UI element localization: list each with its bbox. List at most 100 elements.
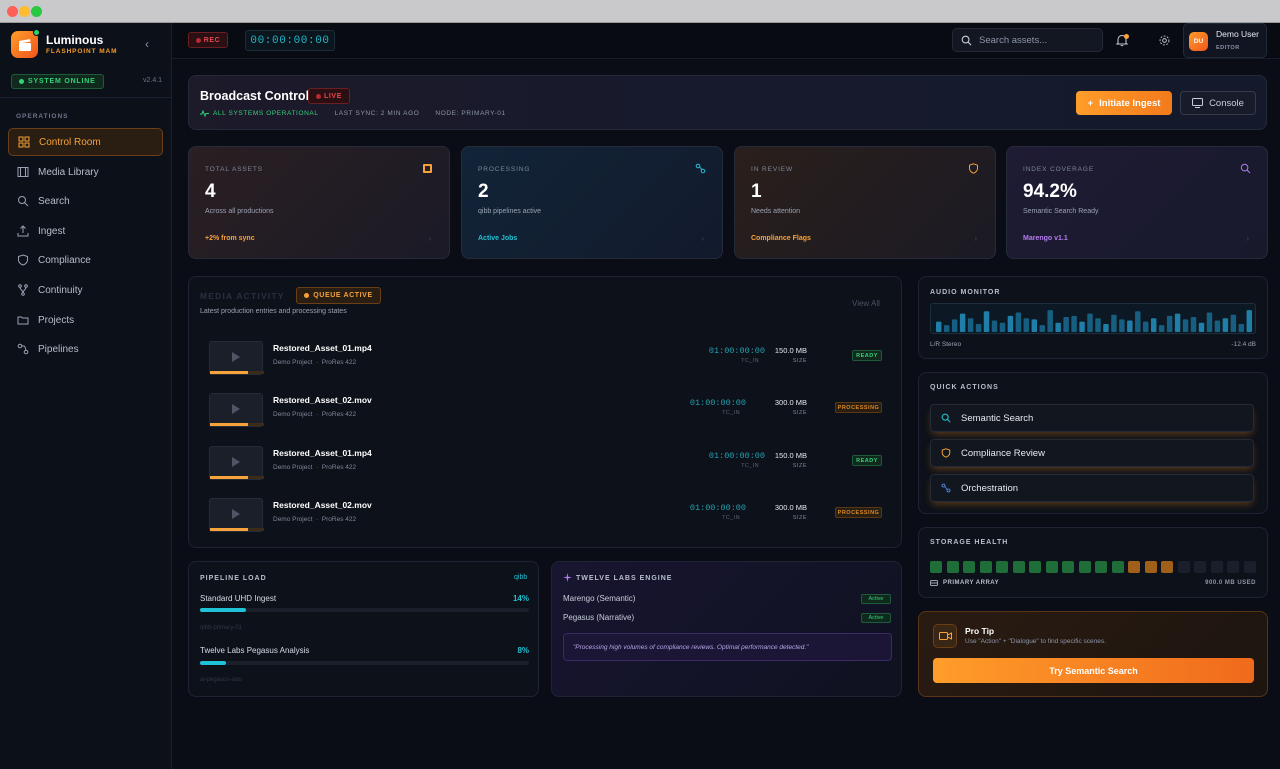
chevron-right-icon: › bbox=[701, 234, 704, 243]
video-thumbnail[interactable] bbox=[209, 446, 264, 480]
engine-quote: "Processing high volumes of compliance r… bbox=[563, 633, 892, 661]
pipeline-load-panel: PIPELINE LOAD qibb Standard UHD Ingest 1… bbox=[188, 561, 539, 697]
sidebar-item-compliance[interactable]: Compliance bbox=[8, 246, 163, 274]
orchestration-button[interactable]: Orchestration bbox=[930, 474, 1254, 502]
file-size: 300.0 MB bbox=[774, 503, 807, 512]
gear-icon[interactable] bbox=[1158, 34, 1171, 47]
pro-tip-text: Use "Action" + "Dialogue" to find specif… bbox=[965, 638, 1106, 645]
shield-icon bbox=[969, 163, 978, 174]
node-text: NODE: PRIMARY-01 bbox=[435, 110, 506, 117]
stat-label: PROCESSING bbox=[478, 166, 531, 173]
storage-cell bbox=[963, 561, 975, 573]
timecode: 01:00:00:00 bbox=[708, 346, 765, 356]
view-all-link[interactable]: View All bbox=[852, 299, 880, 308]
sidebar-item-continuity[interactable]: Continuity bbox=[8, 276, 163, 304]
semantic-search-button[interactable]: Semantic Search bbox=[930, 404, 1254, 432]
stat-card-in-review[interactable]: IN REVIEW 1 Needs attention Compliance F… bbox=[734, 146, 996, 259]
collapse-sidebar-button[interactable]: ‹ bbox=[145, 37, 149, 51]
stat-foot: Compliance Flags bbox=[751, 235, 811, 242]
audio-bar bbox=[975, 323, 982, 332]
audio-bar bbox=[1135, 311, 1141, 332]
grid-icon bbox=[18, 136, 30, 148]
table-row[interactable]: Restored_Asset_02.mov Demo Project · Pro… bbox=[201, 393, 891, 439]
sidebar-item-search[interactable]: Search bbox=[8, 187, 163, 215]
audio-bar bbox=[1143, 321, 1149, 332]
chevron-right-icon: › bbox=[1246, 234, 1249, 243]
audio-bar bbox=[1079, 321, 1085, 332]
status-badge: PROCESSING bbox=[835, 507, 882, 518]
file-meta: Demo Project · ProRes 422 bbox=[273, 516, 357, 523]
table-row[interactable]: Restored_Asset_01.mp4 Demo Project · Pro… bbox=[201, 341, 891, 387]
monitor-icon bbox=[1192, 98, 1204, 108]
panel-title: PIPELINE LOAD bbox=[200, 575, 267, 582]
sidebar-item-pipelines[interactable]: Pipelines bbox=[8, 335, 163, 363]
folder-icon bbox=[17, 316, 29, 325]
file-size-label: SIZE bbox=[792, 463, 807, 469]
audio-level: -12.4 dB bbox=[1231, 341, 1256, 348]
stat-label: INDEX COVERAGE bbox=[1023, 166, 1095, 173]
sidebar-item-label: Continuity bbox=[38, 284, 83, 296]
branch-icon bbox=[18, 284, 28, 296]
video-thumbnail[interactable] bbox=[209, 341, 264, 375]
qibb-tag: qibb bbox=[514, 574, 528, 581]
film-icon bbox=[423, 164, 432, 173]
close-window-button[interactable] bbox=[7, 6, 18, 17]
file-name: Restored_Asset_02.mov bbox=[273, 395, 372, 405]
audio-bar bbox=[1063, 317, 1069, 332]
sidebar-item-ingest[interactable]: Ingest bbox=[8, 217, 163, 245]
stat-card-total-assets[interactable]: TOTAL ASSETS 4 Across all productions +2… bbox=[188, 146, 450, 259]
avatar: DU bbox=[1189, 32, 1208, 51]
audio-bar bbox=[1222, 318, 1229, 332]
user-menu[interactable]: DU Demo User EDITOR bbox=[1183, 23, 1267, 58]
sidebar-item-media-library[interactable]: Media Library bbox=[8, 158, 163, 186]
try-semantic-search-button[interactable]: Try Semantic Search bbox=[933, 658, 1254, 683]
sidebar-item-label: Search bbox=[38, 195, 70, 207]
progress-bar bbox=[210, 476, 264, 479]
timecode-label: TC_IN bbox=[741, 463, 759, 469]
progress-bar bbox=[210, 371, 264, 374]
table-row[interactable]: Restored_Asset_01.mp4 Demo Project · Pro… bbox=[201, 446, 891, 492]
pipeline-node: ai-pegasus-aws bbox=[200, 677, 243, 683]
stat-card-processing[interactable]: PROCESSING 2 qibb pipelines active Activ… bbox=[461, 146, 723, 259]
pipeline-label: Twelve Labs Pegasus Analysis bbox=[200, 646, 310, 655]
pipeline-percent: 8% bbox=[517, 646, 529, 655]
timecode-label: TC_IN bbox=[722, 410, 740, 416]
engine-panel: TWELVE LABS ENGINE Marengo (Semantic) Act… bbox=[551, 561, 902, 697]
pipeline-progress-bar bbox=[200, 608, 529, 612]
initiate-ingest-button[interactable]: + Initiate Ingest bbox=[1076, 91, 1172, 115]
rec-button[interactable]: REC bbox=[188, 32, 228, 48]
minimize-window-button[interactable] bbox=[19, 6, 30, 17]
file-name: Restored_Asset_01.mp4 bbox=[273, 448, 372, 458]
pipeline-percent: 14% bbox=[512, 594, 529, 603]
stat-card-index-coverage[interactable]: INDEX COVERAGE 94.2% Semantic Search Rea… bbox=[1006, 146, 1268, 259]
quick-actions-panel: QUICK ACTIONS Semantic Search Compliance… bbox=[918, 372, 1268, 514]
storage-cell bbox=[1045, 561, 1058, 573]
file-size: 150.0 MB bbox=[774, 451, 807, 460]
audio-meter bbox=[930, 303, 1256, 334]
video-thumbnail[interactable] bbox=[209, 498, 264, 532]
video-camera-icon bbox=[933, 624, 957, 648]
table-row[interactable]: Restored_Asset_02.mov Demo Project · Pro… bbox=[201, 498, 891, 544]
pro-tip-title: Pro Tip bbox=[965, 626, 995, 636]
media-activity-panel: MEDIA ACTIVITY QUEUE ACTIVE Latest produ… bbox=[188, 276, 902, 548]
audio-waveform bbox=[936, 310, 1252, 332]
audio-bar bbox=[1087, 313, 1093, 332]
audio-bar bbox=[1206, 312, 1213, 332]
storage-cell bbox=[1227, 561, 1239, 573]
compliance-review-button[interactable]: Compliance Review bbox=[930, 439, 1254, 467]
timecode: 01:00:00:00 bbox=[708, 451, 765, 461]
video-thumbnail[interactable] bbox=[209, 393, 264, 427]
maximize-window-button[interactable] bbox=[31, 6, 42, 17]
search-icon bbox=[1240, 163, 1251, 174]
brand: Luminous FLASHPOINT MAM ‹ bbox=[10, 29, 170, 60]
sidebar-item-control-room[interactable]: Control Room bbox=[8, 128, 163, 156]
queue-active-badge: QUEUE ACTIVE bbox=[296, 287, 381, 304]
audio-bar bbox=[1166, 315, 1173, 332]
search-input[interactable]: Search assets... bbox=[952, 28, 1103, 52]
storage-cell bbox=[996, 561, 1008, 573]
console-button[interactable]: Console bbox=[1180, 91, 1256, 115]
storage-cell bbox=[1095, 561, 1107, 573]
status-badge: PROCESSING bbox=[835, 402, 882, 413]
stat-foot: Active Jobs bbox=[478, 235, 518, 242]
sidebar-item-projects[interactable]: Projects bbox=[8, 306, 163, 334]
